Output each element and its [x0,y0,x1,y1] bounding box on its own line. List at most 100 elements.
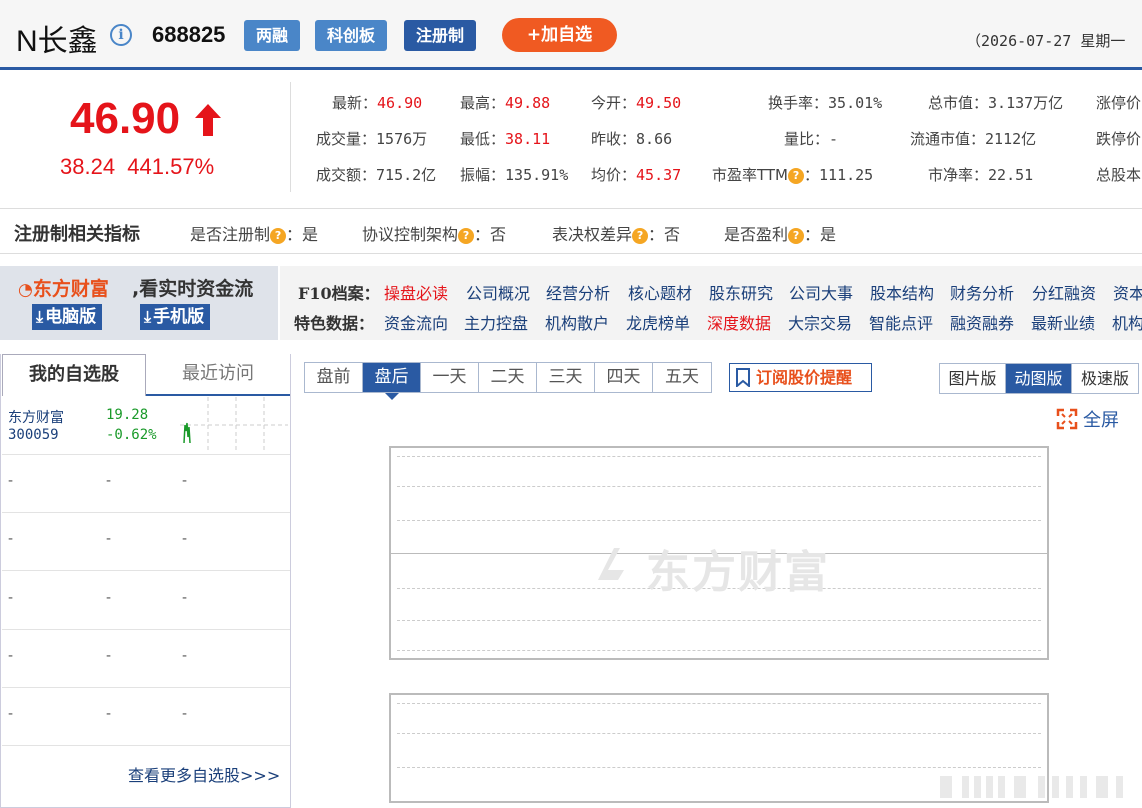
amplitude-value: 135.91% [505,166,569,184]
fullscreen-icon[interactable] [1056,408,1078,430]
fullscreen-button[interactable]: 全屏 [1083,406,1119,432]
stock-header: N长鑫 i 688825 两融 科创板 注册制 +加自选 （2026-07-27… [0,0,1142,70]
watch-cell: - [182,473,188,489]
high-stat: 最高：49.88 [460,92,550,113]
watch-cell: - [106,648,112,664]
decorative-bars-icon [940,776,1123,798]
watchlist-row[interactable]: --- [2,513,290,571]
tab-1-day[interactable]: 一天 [421,363,479,392]
tab-recent-visits[interactable]: 最近访问 [146,354,290,396]
subscribe-price-alert-button[interactable]: 订阅股价提醒 [729,363,872,392]
watch-stock-name[interactable]: 东方财富 [8,407,64,427]
amount-stat: 成交额：715.2亿 [316,164,436,185]
tab-pre-market[interactable]: 盘前 [305,363,363,392]
tag-star-market[interactable]: 科创板 [315,20,388,51]
add-to-watchlist-button[interactable]: +加自选 [502,18,617,52]
stock-code: 688825 [152,22,226,47]
info-icon[interactable]: i [110,24,132,46]
stock-name: N长鑫 [16,25,98,58]
feature-link[interactable]: 龙虎榜单 [626,310,690,334]
active-tab-pointer [385,393,399,400]
mobile-version-label: 手机版 [153,307,205,327]
tab-my-watchlist[interactable]: 我的自选股 [2,354,146,396]
reg-item-label: 协议控制架构 [362,225,459,244]
f10-link[interactable]: 资本 [1113,280,1142,304]
grid-line [397,620,1041,621]
mobile-version-button[interactable]: ⤓ 手机版 [140,304,211,330]
feature-link[interactable]: 机构 [1112,310,1142,334]
feature-link[interactable]: 大宗交易 [788,310,852,334]
tab-3-days[interactable]: 三天 [537,363,595,392]
help-icon[interactable]: ? [270,228,287,244]
app-download-banner[interactable]: ◔东方财富 ,看实时资金流 ⤓ 电脑版 ⤓ 手机版 [0,266,278,340]
pb-value: 22.51 [988,166,1034,184]
f10-link[interactable]: 财务分析 [950,280,1014,304]
f10-link[interactable]: 公司大事 [789,280,853,304]
feature-link[interactable]: 资金流向 [384,310,448,334]
watchlist-row[interactable]: --- [2,572,290,630]
tab-5-days[interactable]: 五天 [653,363,711,392]
f10-link[interactable]: 核心题材 [628,280,692,304]
float-cap-label: 流通市值： [910,130,986,148]
grid-line [397,703,1041,704]
watchlist-row[interactable]: --- [2,630,290,688]
amplitude-label: 振幅： [460,166,506,184]
tag-registration[interactable]: 注册制 [404,20,477,51]
chart-watermark: 东方财富 [646,547,830,598]
grid-line [397,650,1041,651]
amount-value: 715.2亿 [376,166,437,184]
avg-price-value: 45.37 [636,166,682,184]
feature-link[interactable]: 主力控盘 [464,310,528,334]
feature-link[interactable]: 融资融券 [950,310,1014,334]
f10-link[interactable]: 公司概况 [466,280,530,304]
price-change: 38.24 441.57% [60,154,214,180]
f10-navigation: F10档案： 操盘必读 公司概况 经营分析 核心题材 股东研究 公司大事 股本结… [280,266,1142,340]
volume-label: 成交量： [316,130,377,148]
watch-stock-price: 19.28 [106,407,149,423]
f10-link[interactable]: 经营分析 [546,280,610,304]
help-icon[interactable]: ? [788,168,805,184]
tab-after-hours[interactable]: 盘后 [363,363,421,392]
date-text: （2026-07-27 星期一 （ [966,32,1142,50]
tag-margin-trading[interactable]: 两融 [244,20,301,51]
f10-link[interactable]: 股本结构 [870,280,934,304]
divider [290,82,291,192]
pe-separator: ： [804,166,820,184]
watch-cell: - [182,590,188,606]
view-mode-tabs: 图片版 动图版 极速版 [939,363,1139,394]
feature-link[interactable]: 深度数据 [707,310,771,334]
grid-line [397,456,1041,457]
limit-down-label: 跌停价 [1096,130,1142,148]
f10-link[interactable]: 股东研究 [709,280,773,304]
watchlist-row[interactable]: 东方财富 300059 19.28 -0.62% [2,397,290,455]
more-watchlist-link[interactable]: 查看更多自选股>>> [128,762,280,786]
watchlist-row[interactable]: --- [2,688,290,746]
reg-item-label: 是否盈利 [724,225,789,244]
help-icon[interactable]: ? [458,228,475,244]
tab-image-view[interactable]: 图片版 [940,364,1006,393]
market-cap-value: 3.137万亿 [988,94,1064,112]
tab-animated-view[interactable]: 动图版 [1006,364,1072,393]
watch-cell: - [8,531,14,547]
watchlist-row[interactable]: --- [2,455,290,513]
feature-link[interactable]: 最新业绩 [1031,310,1095,334]
up-arrow-icon [195,104,221,136]
quote-panel: 46.90 38.24 441.57% 最新：46.90 最高：49.88 今开… [0,78,1142,204]
tab-4-days[interactable]: 四天 [595,363,653,392]
watch-stock-pct: -0.62% [106,427,157,443]
f10-link[interactable]: 操盘必读 [384,280,448,304]
tab-2-days[interactable]: 二天 [479,363,537,392]
help-icon[interactable]: ? [632,228,649,244]
feature-link[interactable]: 机构散户 [545,310,609,334]
feature-link[interactable]: 智能点评 [869,310,933,334]
watermark-logo-icon [598,548,624,580]
tab-fast-view[interactable]: 极速版 [1072,364,1138,393]
f10-link[interactable]: 分红融资 [1032,280,1096,304]
volume-ratio-value: - [829,130,839,148]
help-icon[interactable]: ? [788,228,805,244]
watch-stock-code[interactable]: 300059 [8,427,59,443]
reg-item-label: 表决权差异 [552,225,633,244]
float-cap-value: 2112亿 [985,130,1037,148]
volume-stat: 成交量：1576万 [316,128,427,149]
pc-version-button[interactable]: ⤓ 电脑版 [32,304,103,330]
